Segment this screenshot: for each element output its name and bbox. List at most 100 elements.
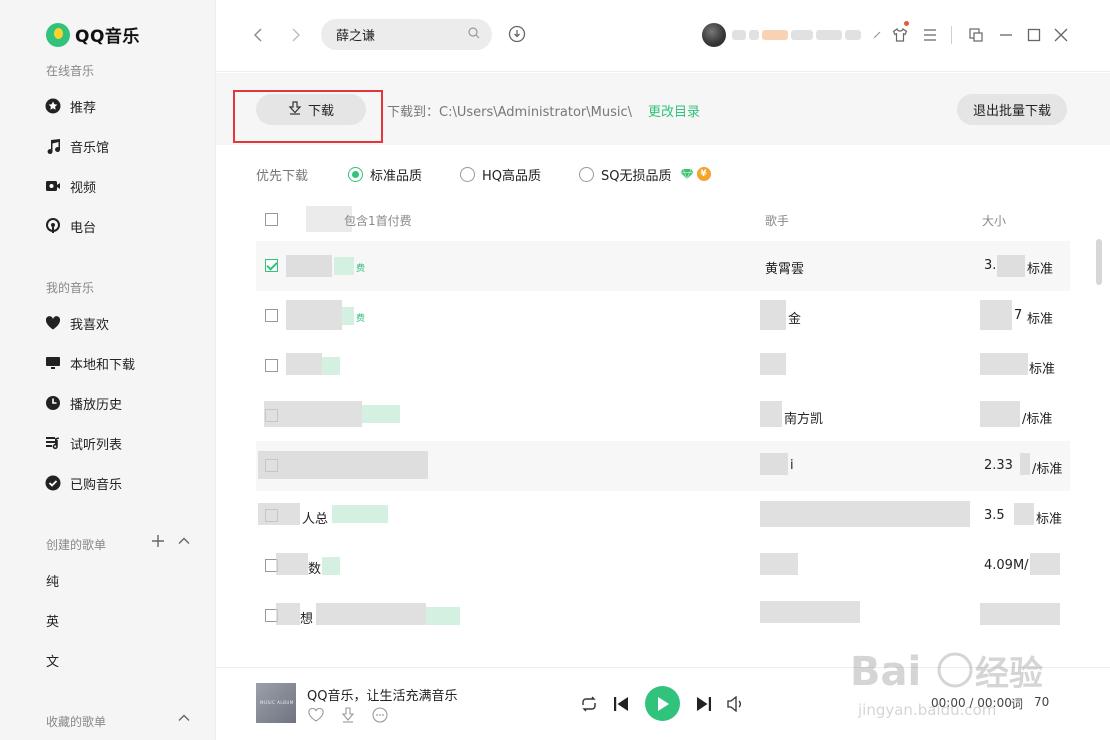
scrollbar-thumb[interactable] [1096, 239, 1102, 285]
music-note-icon [44, 137, 62, 155]
sidebar-item-music-hall[interactable]: 音乐馆 [44, 134, 109, 158]
playlist-count-button[interactable]: 70 [1034, 695, 1049, 709]
check-circle-icon [44, 474, 62, 492]
player-bar: QQ音乐，让生活充满音乐 00:00 / 00:00 词 70 [216, 667, 1110, 740]
radio-icon [44, 217, 62, 235]
singer-cell[interactable]: i [790, 458, 794, 473]
blurred-tag [426, 607, 460, 625]
table-row[interactable]: 标准 [256, 341, 1070, 391]
quality-cell: 标准 [1027, 262, 1054, 277]
blurred-size [980, 353, 1028, 375]
playlist-item[interactable]: 文 [46, 648, 59, 672]
row-checkbox[interactable] [265, 309, 278, 322]
playlist-item[interactable]: 纯 [46, 568, 59, 592]
column-header-singer[interactable]: 歌手 [765, 212, 789, 229]
change-directory-link[interactable]: 更改目录 [648, 101, 700, 120]
table-row[interactable]: i 2.33 /标准 [256, 441, 1070, 491]
blurred-size [980, 401, 1020, 427]
table-row[interactable]: 费 金 7 标准 [256, 291, 1070, 341]
menu-icon[interactable] [920, 25, 940, 45]
close-icon[interactable] [1051, 25, 1071, 45]
play-button[interactable] [645, 686, 680, 721]
blurred-size [997, 255, 1025, 277]
radio-unselected[interactable] [460, 166, 476, 182]
row-checkbox[interactable] [265, 359, 278, 372]
song-cell[interactable]: 人总 [302, 508, 328, 527]
sidebar-item-favorites[interactable]: 我喜欢 [44, 311, 109, 335]
sidebar-item-purchased[interactable]: 已购音乐 [44, 471, 122, 495]
search-input[interactable] [336, 27, 466, 42]
user-name-blurred[interactable] [732, 28, 882, 42]
minimize-icon[interactable] [996, 25, 1016, 45]
download-icon[interactable] [339, 706, 357, 724]
search-icon[interactable] [468, 26, 480, 43]
table-row[interactable]: 费 黄霄雲 3. 标准 [256, 241, 1070, 291]
blurred-singer [760, 501, 970, 527]
edit-icon[interactable] [867, 25, 887, 45]
quality-cell: 标准 [1036, 512, 1063, 527]
select-all-checkbox[interactable] [265, 213, 278, 226]
quality-selector: 优先下载 标准品质 HQ高品质 SQ无损品质 ¥ [256, 164, 749, 184]
table-row[interactable]: 南方凯 /标准 [256, 391, 1070, 441]
lyrics-button[interactable]: 词 [1011, 695, 1023, 712]
row-checkbox-checked[interactable] [265, 259, 278, 272]
sidebar-item-local-download[interactable]: 本地和下载 [44, 351, 135, 375]
quality-option-label: HQ高品质 [482, 168, 542, 184]
sidebar-item-video[interactable]: 视频 [44, 174, 96, 198]
sidebar-item-label: 视频 [70, 180, 97, 196]
back-arrow-icon[interactable] [248, 24, 270, 46]
sidebar-item-recommend[interactable]: 推荐 [44, 94, 96, 118]
add-playlist-icon[interactable] [150, 533, 166, 549]
loop-mode-icon[interactable] [579, 694, 599, 714]
album-cover[interactable] [256, 683, 296, 723]
paid-tag: 费 [356, 314, 366, 324]
mini-mode-icon[interactable] [966, 25, 986, 45]
sidebar-item-trial-list[interactable]: 试听列表 [44, 431, 122, 455]
table-row[interactable]: 人总 3.5 标准 [256, 491, 1070, 541]
maximize-icon[interactable] [1024, 25, 1044, 45]
sidebar-item-label: 推荐 [70, 100, 97, 116]
chevron-up-icon[interactable] [176, 533, 192, 549]
size-cell: 3. [984, 258, 997, 273]
radio-unselected[interactable] [579, 166, 595, 182]
app-logo[interactable]: QQ音乐 [46, 22, 140, 47]
coin-icon: ¥ [696, 167, 711, 181]
forward-arrow-icon[interactable] [284, 24, 306, 46]
avatar[interactable] [702, 23, 726, 47]
volume-icon[interactable] [726, 694, 746, 714]
quality-option-hq[interactable]: HQ高品质 [460, 165, 541, 184]
blurred-quality [1030, 553, 1060, 575]
monitor-icon [44, 354, 62, 372]
singer-cell[interactable]: 南方凯 [784, 408, 823, 427]
star-icon [44, 97, 62, 115]
quality-option-sq[interactable]: SQ无损品质 ¥ [579, 165, 711, 184]
download-manager-icon[interactable] [508, 25, 526, 43]
playlist-item[interactable]: 英 [46, 608, 59, 632]
more-options-icon[interactable] [371, 706, 389, 724]
table-row[interactable]: 数 4.09M/ [256, 541, 1070, 591]
sidebar-item-history[interactable]: 播放历史 [44, 391, 122, 415]
column-header-size[interactable]: 大小 [982, 212, 1006, 229]
sidebar: QQ音乐 在线音乐 推荐 音乐馆 视频 电台 我的音乐 我喜欢 本地和下载 播放… [0, 0, 216, 740]
playback-time: 00:00 / 00:00 [931, 696, 1012, 710]
singer-cell[interactable]: 金 [788, 308, 801, 327]
quality-cell: /标准 [1032, 462, 1063, 477]
like-heart-icon[interactable] [307, 706, 325, 724]
sidebar-item-radio[interactable]: 电台 [44, 214, 96, 238]
heart-icon [44, 314, 62, 332]
singer-cell[interactable]: 黄霄雲 [765, 258, 804, 277]
exit-batch-download-button[interactable]: 退出批量下载 [957, 94, 1067, 125]
search-box [321, 19, 492, 50]
next-track-icon[interactable] [694, 694, 714, 714]
blurred-size [980, 300, 1012, 330]
chevron-up-icon[interactable] [176, 710, 192, 726]
table-row[interactable]: 想 [256, 591, 1070, 641]
song-cell[interactable]: 数 [308, 558, 321, 577]
radio-selected[interactable] [348, 166, 364, 182]
skin-shirt-icon[interactable] [890, 25, 910, 45]
previous-track-icon[interactable] [611, 694, 631, 714]
column-header-song[interactable]: 包含1首付费 [344, 212, 412, 229]
size-cell: 2.33 [984, 458, 1013, 473]
song-cell[interactable]: 想 [300, 608, 313, 627]
quality-option-standard[interactable]: 标准品质 [348, 165, 422, 184]
